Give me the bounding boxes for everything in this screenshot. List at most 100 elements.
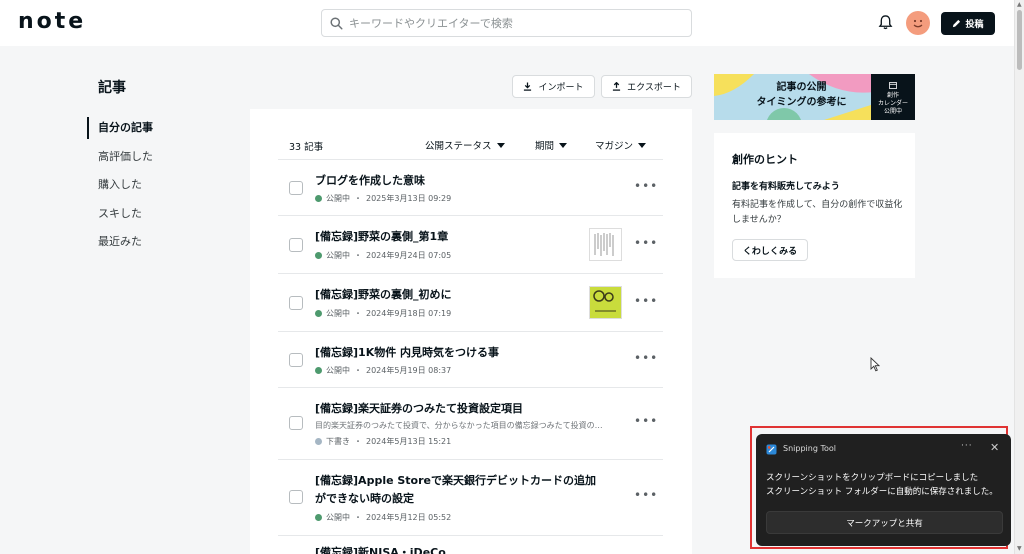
calendar-icon: [889, 82, 897, 89]
search-box[interactable]: [321, 9, 692, 37]
calendar-badge: 創作 カレンダー 公開中: [871, 74, 915, 120]
article-row[interactable]: [備忘録]野菜の裏側_初めに 公開中・ 2024年9月18日 07:19 •••: [278, 274, 663, 332]
article-checkbox[interactable]: [289, 181, 303, 195]
article-date: 2025年3月13日 09:29: [366, 194, 452, 203]
article-status: 公開中: [326, 309, 350, 318]
hint-title: 創作のヒント: [732, 153, 798, 166]
avatar[interactable]: [906, 11, 930, 35]
import-button[interactable]: インポート: [512, 75, 595, 98]
more-icon[interactable]: •••: [634, 351, 658, 365]
download-icon: [524, 82, 532, 91]
close-icon[interactable]: ✕: [990, 441, 999, 454]
list-header: 33 記事 公開ステータス 期間 マガジン: [278, 133, 663, 160]
article-row[interactable]: ブログを作成した意味 公開中・ 2025年3月13日 09:29 •••: [278, 160, 663, 216]
article-title[interactable]: [備忘録]新NISA・iDeCo: [315, 544, 446, 554]
side-item-my-articles[interactable]: 自分の記事: [87, 114, 153, 143]
snipping-tool-toast[interactable]: Snipping Tool ··· ✕ スクリーンショットをクリップボードにコピ…: [756, 434, 1011, 546]
banner-line1: 記事の公開: [776, 82, 827, 93]
upload-icon: [613, 82, 621, 91]
article-row[interactable]: [備忘録]1K物件 内見時気をつける事 公開中・ 2024年5月19日 08:37…: [278, 332, 663, 388]
article-checkbox[interactable]: [289, 490, 303, 504]
article-thumbnail[interactable]: [589, 228, 622, 261]
post-button[interactable]: 投稿: [941, 12, 995, 35]
page-scrollbar[interactable]: ▲ ▼: [1014, 0, 1024, 554]
more-icon[interactable]: •••: [634, 294, 658, 308]
banner-line2: タイミングの参考に: [756, 97, 847, 108]
scroll-up-arrow-icon[interactable]: ▲: [1017, 1, 1022, 8]
toast-message-line2: スクリーンショット フォルダーに自動的に保存されました。: [766, 487, 998, 497]
more-icon[interactable]: •••: [634, 236, 658, 250]
article-status: 公開中: [326, 513, 350, 522]
article-title[interactable]: [備忘録]野菜の裏側_第1章: [315, 228, 448, 245]
article-checkbox[interactable]: [289, 353, 303, 367]
article-date: 2024年5月13日 15:21: [366, 437, 452, 446]
post-button-label: 投稿: [965, 20, 984, 30]
article-row[interactable]: [備忘録]新NISA・iDeCo: [278, 536, 663, 554]
article-thumbnail[interactable]: [589, 286, 622, 319]
bell-icon[interactable]: [878, 14, 893, 30]
badge-line1: 創作: [886, 92, 899, 99]
badge-line2: カレンダー: [877, 100, 908, 107]
article-meta: 公開中・ 2024年9月24日 07:05: [315, 250, 451, 261]
markup-share-button[interactable]: マークアップと共有: [766, 511, 1003, 534]
mouse-cursor-icon: [870, 357, 880, 372]
status-dot: [315, 367, 322, 374]
filter-status-label: 公開ステータス: [425, 141, 492, 152]
page-title: 記事: [98, 80, 126, 96]
side-item-liked[interactable]: 高評価した: [87, 143, 153, 172]
article-checkbox[interactable]: [289, 416, 303, 430]
side-item-purchased[interactable]: 購入した: [87, 171, 153, 200]
search-input[interactable]: [349, 16, 669, 30]
vegetable-thumbnail-image: [593, 290, 616, 312]
snipping-tool-icon: [766, 444, 777, 455]
caret-down-icon: [559, 142, 568, 148]
note-logo[interactable]: note: [18, 9, 86, 34]
article-title[interactable]: ブログを作成した意味: [315, 172, 425, 189]
article-title[interactable]: [備忘録]楽天証券のつみたて投資設定項目: [315, 400, 523, 417]
status-dot: [315, 195, 322, 202]
filter-status[interactable]: 公開ステータス: [425, 138, 505, 152]
article-meta: 下書き・ 2024年5月13日 15:21: [315, 436, 451, 447]
export-button[interactable]: エクスポート: [601, 75, 692, 98]
status-dot: [315, 438, 322, 445]
article-row[interactable]: [備忘録]Apple Storeで楽天銀行デビットカードの追加 ができない時の設…: [278, 460, 663, 536]
article-date: 2024年9月18日 07:19: [366, 309, 452, 318]
filter-magazine[interactable]: マガジン: [595, 138, 647, 152]
more-icon[interactable]: •••: [634, 488, 658, 502]
side-item-suki[interactable]: スキした: [87, 200, 153, 229]
article-checkbox[interactable]: [289, 238, 303, 252]
toast-more-icon[interactable]: ···: [961, 441, 973, 451]
article-excerpt: 目的楽天証券のつみたて投資で、分からなかった項目の備忘録つみたて投資の…: [315, 421, 603, 430]
toast-app-name: Snipping Tool: [783, 444, 836, 453]
more-icon[interactable]: •••: [634, 179, 658, 193]
article-checkbox[interactable]: [289, 296, 303, 310]
badge-line3: 公開中: [883, 108, 902, 115]
article-panel: 33 記事 公開ステータス 期間 マガジン ブログを作成した意味 公開中・ 202…: [250, 109, 692, 554]
article-title[interactable]: [備忘録]Apple Storeで楽天銀行デビットカードの追加: [315, 472, 596, 489]
hint-card: 創作のヒント 記事を有料販売してみよう 有料記事を作成して、自分の創作で収益化し…: [714, 133, 915, 278]
calendar-banner[interactable]: 記事の公開 タイミングの参考に 創作 カレンダー 公開中: [714, 74, 915, 120]
side-item-recent[interactable]: 最近みた: [87, 228, 153, 257]
filter-magazine-label: マガジン: [595, 141, 634, 152]
article-title[interactable]: [備忘録]1K物件 内見時気をつける事: [315, 344, 499, 361]
scroll-down-arrow-icon[interactable]: ▼: [1017, 545, 1022, 552]
article-status: 下書き: [326, 437, 350, 446]
learn-more-button[interactable]: くわしくみる: [732, 239, 808, 261]
article-title[interactable]: [備忘録]野菜の裏側_初めに: [315, 286, 452, 303]
article-status: 公開中: [326, 366, 350, 375]
status-dot: [315, 252, 322, 259]
hint-subtitle: 記事を有料販売してみよう: [732, 182, 840, 192]
article-count: 33 記事: [289, 142, 324, 153]
pencil-icon: [953, 19, 961, 28]
filter-period[interactable]: 期間: [535, 138, 568, 152]
more-icon[interactable]: •••: [634, 414, 658, 428]
side-nav: 自分の記事 高評価した 購入した スキした 最近みた: [87, 114, 153, 257]
scroll-thumb[interactable]: [1017, 10, 1022, 70]
article-date: 2024年5月19日 08:37: [366, 366, 452, 375]
article-meta: 公開中・ 2024年9月18日 07:19: [315, 308, 451, 319]
export-label: エクスポート: [627, 83, 681, 93]
article-title-continued[interactable]: ができない時の設定: [315, 490, 414, 507]
top-header: note 投稿: [0, 0, 1014, 46]
article-row[interactable]: [備忘録]楽天証券のつみたて投資設定項目 目的楽天証券のつみたて投資で、分からな…: [278, 388, 663, 460]
article-row[interactable]: [備忘録]野菜の裏側_第1章 公開中・ 2024年9月24日 07:05 •••: [278, 216, 663, 274]
